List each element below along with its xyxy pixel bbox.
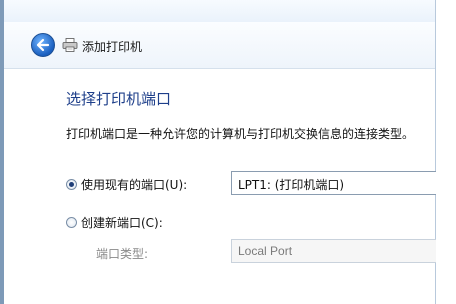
back-arrow-icon — [36, 38, 50, 52]
create-new-port-label[interactable]: 创建新端口(C): — [81, 214, 163, 231]
use-existing-port-label[interactable]: 使用现有的端口(U): — [81, 176, 187, 193]
existing-port-select[interactable]: LPT1: (打印机端口) — [231, 171, 436, 195]
page-description: 打印机端口是一种允许您的计算机与打印机交换信息的连接类型。 — [66, 127, 415, 141]
use-existing-port-radio[interactable] — [66, 179, 77, 190]
existing-port-value: LPT1: (打印机端口) — [238, 178, 345, 192]
window-title: 添加打印机 — [82, 40, 143, 54]
port-type-label: 端口类型: — [96, 247, 149, 261]
create-new-port-radio[interactable] — [66, 217, 77, 228]
port-type-select: Local Port — [231, 239, 436, 263]
window-top-frame — [4, 0, 436, 22]
outside-area — [436, 0, 456, 304]
back-button[interactable] — [31, 33, 55, 57]
page-heading: 选择打印机端口 — [66, 90, 172, 108]
printer-icon — [62, 38, 78, 52]
port-type-value: Local Port — [238, 244, 293, 258]
